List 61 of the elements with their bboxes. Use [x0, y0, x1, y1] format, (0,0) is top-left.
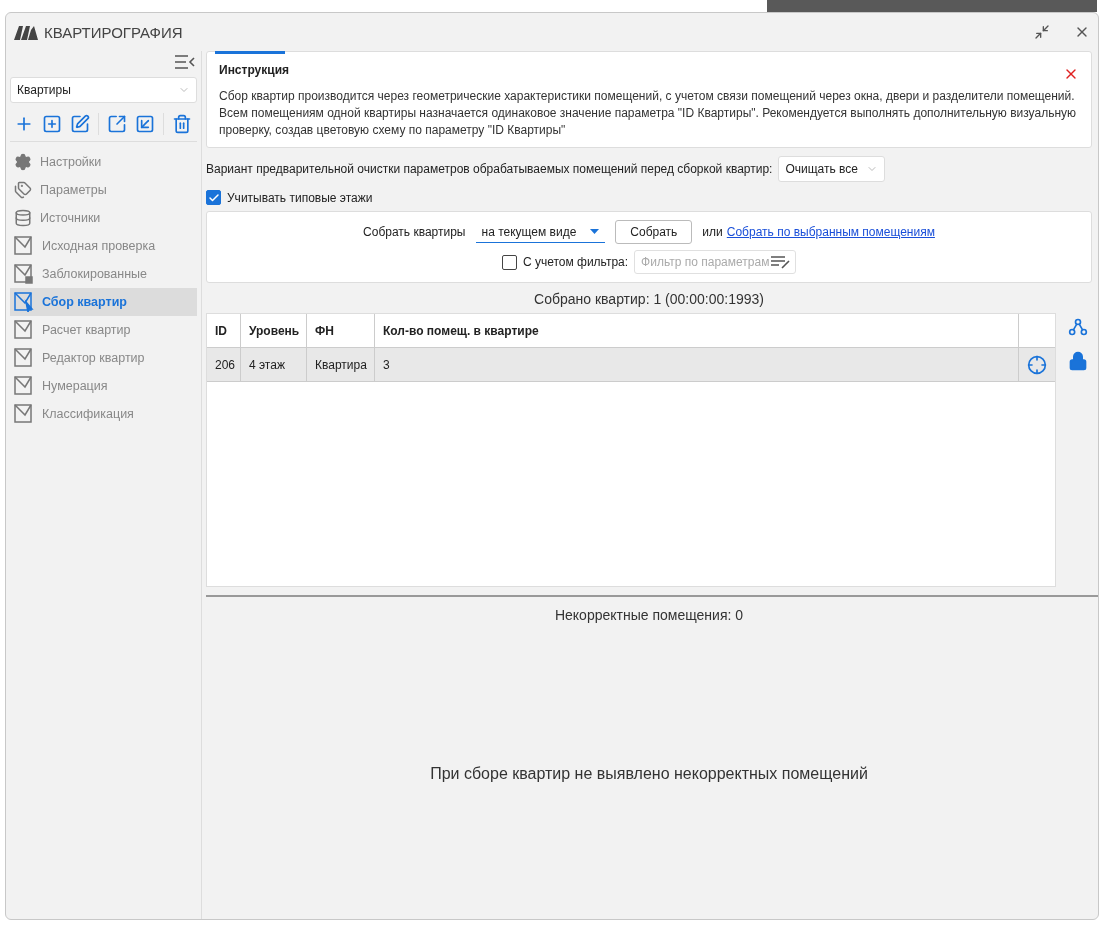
floor-plan-icon: [14, 292, 34, 312]
table-cell: 4 этаж: [241, 348, 307, 381]
instruction-text: Сбор квартир производится через геометрические характеристики помещений, с учетом связи помещений через окна, двери и разделители помещений. Всем помещениям одной квартиры назначается одинаковое значение параметра "ID Квартиры". Рекомендуется выполнять дополнительную визуальную проверку, создав цветовую схему по параметру "ID Квартиры": [219, 88, 1078, 139]
column-header: Уровень: [241, 314, 307, 347]
tags-icon: [14, 181, 32, 199]
database-icon: [14, 209, 32, 227]
graph-icon[interactable]: [1068, 317, 1088, 337]
import-icon[interactable]: [135, 114, 155, 134]
summary-text: Собрано квартир: 1 (00:00:00:1993): [533, 290, 765, 309]
caret-icon: [590, 229, 600, 234]
floor-plan-icon: [14, 404, 34, 424]
menu-icon[interactable]: [175, 55, 195, 69]
settings-icon: [14, 153, 32, 171]
sidebar-item[interactable]: Заблокированные: [10, 260, 197, 288]
export-icon[interactable]: [107, 114, 127, 134]
cleanup-dropdown[interactable]: Очищать все: [778, 156, 885, 182]
floor-plan-icon: [14, 376, 34, 396]
checkbox[interactable]: [206, 190, 221, 205]
edit-icon[interactable]: [70, 114, 90, 134]
sidebar-item[interactable]: Сбор квартир: [10, 288, 197, 316]
logo-icon: [14, 24, 38, 40]
collect-button[interactable]: Собрать: [615, 220, 693, 244]
errors-message: При сборе квартир не выявлено некорректных помещений: [430, 765, 868, 784]
window-title: КВАРТИРОГРАФИЯ: [44, 23, 184, 41]
delete-icon[interactable]: [172, 114, 192, 134]
checkbox[interactable]: [501, 254, 517, 270]
checkbox-label: Учитывать типовые этажи: [227, 190, 373, 205]
dropdown[interactable]: Квартиры: [10, 77, 197, 103]
collect-label: Собрать квартиры: [363, 225, 466, 239]
collect-selected-link[interactable]: Собрать по выбранным помещениям: [726, 225, 935, 239]
sidebar-item[interactable]: Нумерация: [10, 372, 197, 400]
floor-plan-icon: [14, 320, 34, 340]
sidebar-item[interactable]: Расчет квартир: [10, 316, 197, 344]
add-square-icon[interactable]: [42, 114, 62, 134]
sidebar-item[interactable]: Классификация: [10, 400, 197, 428]
locate-icon[interactable]: [1027, 353, 1047, 376]
mode-dropdown[interactable]: на текущем виде: [475, 221, 606, 243]
lock-icon[interactable]: [1068, 351, 1088, 371]
column-header: ФН: [307, 314, 375, 347]
floor-plan-icon: [14, 236, 34, 256]
cleanup-label: Вариант предварительной очистки параметров обрабатываемых помещений перед сборкой квартир:: [206, 162, 773, 176]
floor-plan-icon: [14, 348, 34, 368]
floor-plan-icon: [14, 264, 34, 284]
column-header: Кол-во помещ. в квартире: [375, 314, 1019, 347]
sidebar-item[interactable]: Параметры: [10, 176, 197, 204]
checkbox-label: С учетом фильтра:: [522, 255, 629, 269]
sidebar-item[interactable]: Источники: [10, 204, 197, 232]
column-header: ID: [207, 314, 241, 347]
sidebar-item[interactable]: Исходная проверка: [10, 232, 197, 260]
or-text: или: [702, 225, 723, 239]
errors-title: Некорректные помещения: 0: [553, 606, 745, 625]
minimize-icon[interactable]: [1034, 24, 1050, 40]
table-cell: 206: [207, 348, 241, 381]
sidebar-item[interactable]: Редактор квартир: [10, 344, 197, 372]
table-cell: 3: [375, 348, 1019, 381]
sidebar-item[interactable]: Настройки: [10, 148, 197, 176]
table-cell: Квартира: [307, 348, 375, 381]
table-row[interactable]: 206 4 этаж Квартира 3: [207, 348, 1055, 382]
instruction-title: Инструкция: [219, 63, 290, 77]
filter-field[interactable]: Фильтр по параметрам: [634, 250, 797, 274]
filter-edit-icon[interactable]: [771, 255, 792, 269]
